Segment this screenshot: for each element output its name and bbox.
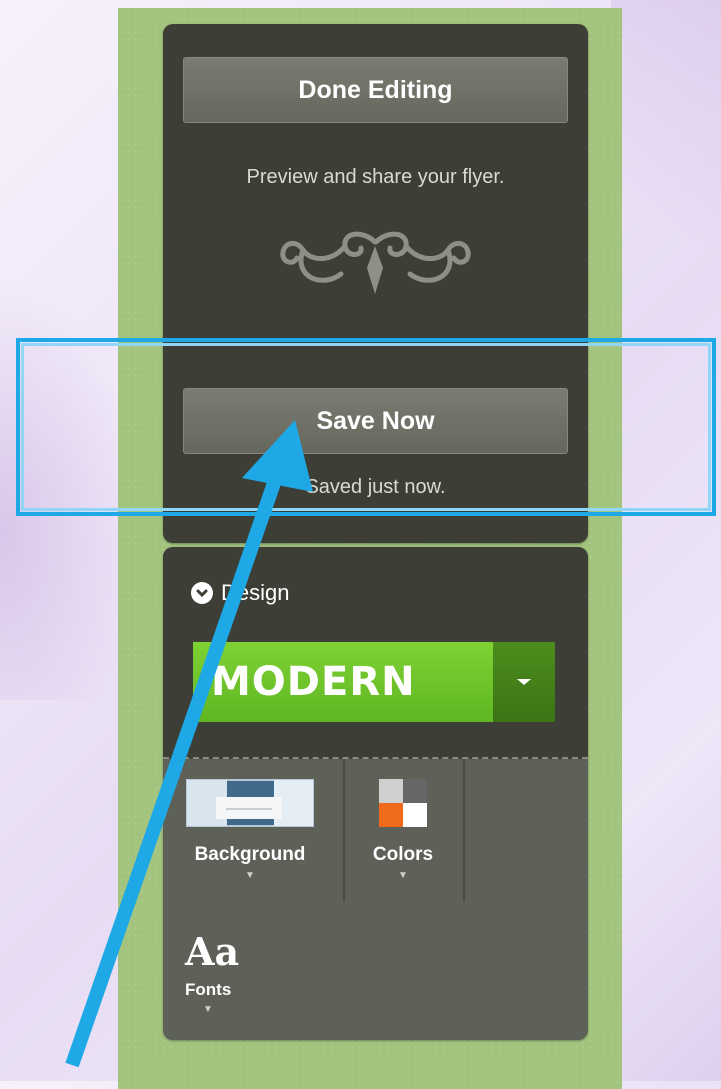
annotation-arrow-icon bbox=[65, 420, 313, 1068]
